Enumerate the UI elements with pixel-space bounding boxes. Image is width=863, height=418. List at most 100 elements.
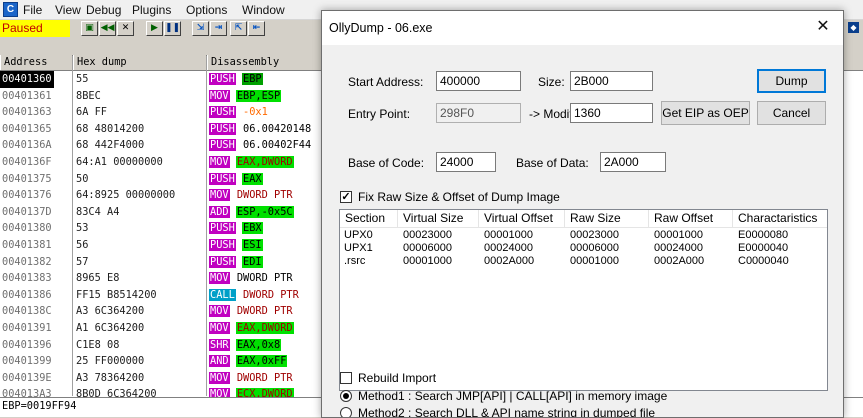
column-raw-offset[interactable]: Raw Offset [649, 210, 733, 228]
row-address: 00401360 [0, 71, 54, 88]
toolbar-right-button[interactable]: ◆ [846, 21, 860, 36]
row-disassembly: PUSH 06.00420148 [209, 121, 319, 138]
menu-plugins[interactable]: Plugins [132, 3, 171, 17]
row-hex: 50 [76, 172, 89, 185]
row-operand: DWORD PTR [235, 272, 294, 285]
row-disassembly: MOV EAX,DWORD [209, 320, 319, 337]
row-operand: EAX,0xFF [235, 355, 288, 368]
row-disassembly: CALL DWORD PTR [209, 287, 319, 304]
dump-button[interactable]: Dump [757, 69, 826, 93]
column-virtual-offset[interactable]: Virtual Offset [479, 210, 565, 228]
row-mnemonic: MOV [209, 272, 230, 285]
row-operand: EAX [242, 172, 263, 185]
row-address: 0040138C [2, 305, 52, 318]
size-field[interactable]: 2B000 [570, 71, 653, 91]
row-hex: 25 FF000000 [76, 355, 145, 368]
row-mnemonic: PUSH [209, 73, 236, 85]
row-hex: C1E8 08 [76, 338, 120, 351]
row-hex: FF15 B8514200 [76, 288, 157, 301]
dialog-title-bar: OllyDump - 06.exe ✕ [322, 11, 843, 45]
pause-icon[interactable]: ❚❚ [164, 21, 181, 36]
row-disassembly: PUSH EAX [209, 171, 319, 188]
nav-icon: ◆ [848, 22, 859, 33]
start-address-field[interactable]: 400000 [436, 71, 521, 91]
virtual-size: 00006000 [403, 242, 452, 254]
status-line-text: EBP=0019FF94 [2, 400, 77, 412]
close-button[interactable]: ✕ [803, 11, 843, 43]
modify-field[interactable]: 1360 [570, 103, 653, 123]
method1-label: Method1 : Search JMP[API] | CALL[API] in… [358, 389, 668, 403]
method1-radio[interactable] [340, 390, 352, 402]
menu-debug[interactable]: Debug [86, 3, 121, 17]
raw-size: 00001000 [570, 255, 619, 267]
row-hex: 8BEC [76, 89, 101, 102]
raw-offset: 0002A000 [654, 255, 705, 267]
section-list[interactable]: Section Virtual Size Virtual Offset Raw … [339, 209, 828, 391]
row-mnemonic: PUSH [209, 106, 236, 119]
column-raw-size[interactable]: Raw Size [565, 210, 649, 228]
column-divider [72, 56, 73, 396]
row-operand: ESP,-0x5C [235, 205, 294, 218]
row-operand: -0x1 [242, 106, 269, 119]
row-mnemonic: PUSH [209, 139, 236, 152]
size-label: Size: [538, 75, 565, 89]
trace-over-icon[interactable]: ⇤ [248, 21, 265, 36]
column-section[interactable]: Section [340, 210, 398, 228]
row-disassembly: ADD ESP,-0x5C [209, 204, 319, 221]
row-address: 0040136A [2, 139, 52, 152]
row-address: 00401382 [2, 255, 52, 268]
get-eip-as-oep-button[interactable]: Get EIP as OEP [661, 101, 750, 125]
row-mnemonic: AND [209, 355, 230, 368]
trace-into-icon[interactable]: ⇱ [230, 21, 247, 36]
row-mnemonic: CALL [209, 288, 236, 301]
dialog-body: Start Address: 400000 Size: 2B000 Dump E… [322, 45, 843, 417]
menu-file[interactable]: File [23, 3, 42, 17]
menu-window[interactable]: Window [242, 3, 285, 17]
close-icon[interactable]: ✕ [117, 21, 134, 36]
row-address: 00401396 [2, 338, 52, 351]
raw-size: 00006000 [570, 242, 619, 254]
column-characteristics[interactable]: Charactaristics [733, 210, 827, 228]
ollydbg-logo-icon: C [3, 2, 18, 17]
fix-raw-size-checkbox[interactable]: ✓ [340, 191, 352, 203]
rebuild-import-label: Rebuild Import [358, 371, 437, 385]
section-name: .rsrc [344, 255, 366, 267]
row-operand: EAX,DWORD [235, 322, 294, 334]
menu-view[interactable]: View [55, 3, 81, 17]
row-hex: 55 [76, 73, 89, 85]
row-disassembly: SHR EAX,0x8 [209, 337, 319, 354]
row-disassembly: MOV DWORD PTR [209, 370, 319, 387]
base-of-code-field[interactable]: 24000 [436, 152, 496, 172]
run-icon[interactable]: ▶ [146, 21, 163, 36]
row-hex: 68 48014200 [76, 122, 145, 135]
method2-label: Method2 : Search DLL & API name string i… [358, 406, 656, 418]
close-icon: ✕ [816, 18, 830, 35]
column-hex-dump[interactable]: Hex dump [73, 55, 207, 70]
restart-icon[interactable]: ◀◀ [99, 21, 116, 36]
characteristics: E0000040 [738, 242, 789, 254]
column-virtual-size[interactable]: Virtual Size [398, 210, 479, 228]
row-mnemonic: PUSH [209, 239, 236, 251]
open-icon[interactable]: ▣ [81, 21, 98, 36]
row-hex: 83C4 A4 [76, 205, 120, 218]
row-operand: EDI [242, 255, 263, 268]
step-over-icon[interactable]: ⇥ [210, 21, 227, 36]
start-address-label: Start Address: [348, 75, 424, 89]
menu-options[interactable]: Options [186, 3, 227, 17]
row-operand: EBP,ESP [235, 89, 282, 102]
row-disassembly: MOV DWORD PTR [209, 187, 319, 204]
rebuild-import-checkbox[interactable] [340, 372, 352, 384]
row-hex: A3 6C364200 [76, 305, 145, 318]
virtual-offset: 00024000 [484, 242, 533, 254]
cancel-button[interactable]: Cancel [757, 101, 826, 125]
row-operand: EBX [242, 222, 263, 235]
base-of-data-field[interactable]: 2A000 [600, 152, 666, 172]
row-mnemonic: MOV [209, 189, 230, 202]
step-into-icon[interactable]: ⇲ [192, 21, 209, 36]
virtual-offset: 00001000 [484, 229, 533, 241]
base-of-code-label: Base of Code: [348, 156, 425, 170]
column-disassembly[interactable]: Disassembly [207, 55, 327, 70]
row-operand: DWORD PTR [235, 189, 294, 202]
method2-radio[interactable] [340, 407, 352, 417]
column-address[interactable]: Address [0, 55, 73, 70]
